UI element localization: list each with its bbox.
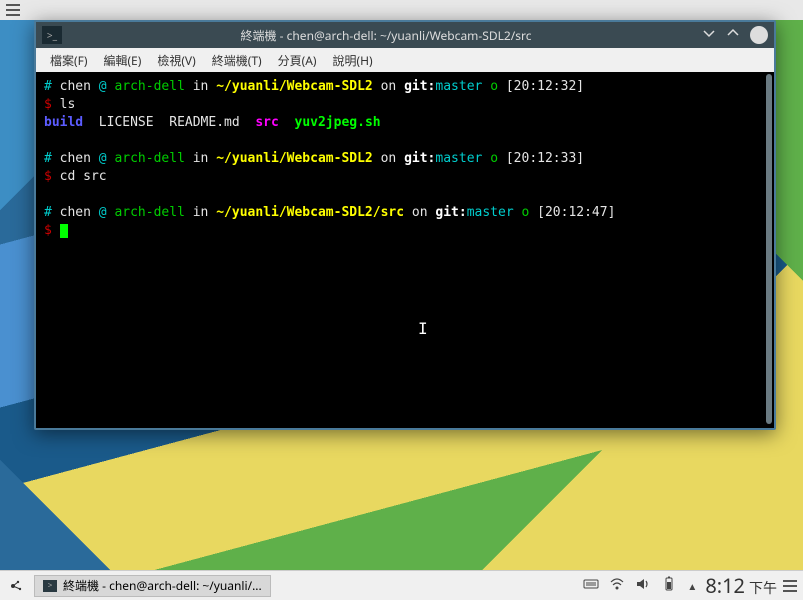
panel-menu-icon[interactable] (6, 4, 20, 16)
prompt-git: git: (404, 151, 435, 166)
ls-file: LICENSE (99, 115, 154, 130)
clock-time: 8:12 (705, 572, 745, 599)
ls-dir: src (255, 115, 278, 130)
wifi-icon[interactable] (609, 576, 625, 596)
prompt-at: @ (99, 79, 107, 94)
ls-dir: build (44, 115, 83, 130)
prompt-at: @ (99, 205, 107, 220)
menu-bar: 檔案(F) 編輯(E) 檢視(V) 終端機(T) 分頁(A) 說明(H) (36, 48, 774, 72)
prompt-dollar: $ (44, 223, 52, 238)
battery-icon[interactable] (661, 576, 677, 596)
prompt-status: o (521, 205, 529, 220)
tray-expand-icon[interactable]: ▲ (687, 579, 697, 593)
prompt-in: in (193, 151, 209, 166)
terminal-app-icon: >_ (42, 26, 62, 44)
prompt-host: arch-dell (114, 205, 184, 220)
clock-ampm: 下午 (749, 578, 777, 598)
terminal-output[interactable]: # chen @ arch-dell in ~/yuanli/Webcam-SD… (36, 72, 774, 428)
clock[interactable]: 8:12 下午 (705, 572, 777, 599)
prompt-in: in (193, 79, 209, 94)
prompt-on: on (412, 205, 428, 220)
ls-file: README.md (169, 115, 239, 130)
prompt-status: o (490, 79, 498, 94)
prompt-branch: master (435, 151, 482, 166)
prompt-on: on (381, 79, 397, 94)
minimize-button[interactable] (702, 26, 716, 45)
menu-terminal[interactable]: 終端機(T) (206, 50, 268, 71)
prompt-user: chen (60, 151, 91, 166)
menu-file[interactable]: 檔案(F) (44, 50, 93, 71)
prompt-user: chen (60, 205, 91, 220)
top-panel (0, 0, 803, 20)
prompt-user: chen (60, 79, 91, 94)
terminal-cursor (60, 224, 68, 238)
menu-edit[interactable]: 編輯(E) (97, 50, 147, 71)
prompt-git: git: (404, 79, 435, 94)
volume-icon[interactable] (635, 576, 651, 596)
command-text: ls (60, 97, 76, 112)
close-button[interactable]: ✕ (750, 26, 768, 44)
prompt-on: on (381, 151, 397, 166)
prompt-host: arch-dell (114, 151, 184, 166)
window-title: 終端機 - chen@arch-dell: ~/yuanli/Webcam-SD… (70, 27, 702, 44)
prompt-path: ~/yuanli/Webcam-SDL2 (216, 151, 373, 166)
keyboard-icon[interactable] (583, 576, 599, 596)
panel-menu-icon[interactable] (783, 580, 797, 592)
taskbar-item-label: 終端機 - chen@arch-dell: ~/yuanli/... (63, 577, 262, 594)
prompt-git: git: (435, 205, 466, 220)
menu-tabs[interactable]: 分頁(A) (272, 50, 323, 71)
window-titlebar[interactable]: >_ 終端機 - chen@arch-dell: ~/yuanli/Webcam… (36, 22, 774, 48)
system-tray: ▲ (583, 576, 697, 596)
menu-view[interactable]: 檢視(V) (151, 50, 201, 71)
prompt-status: o (490, 151, 498, 166)
menu-help[interactable]: 說明(H) (326, 50, 378, 71)
prompt-path: ~/yuanli/Webcam-SDL2 (216, 79, 373, 94)
prompt-time: [20:12:32] (506, 79, 584, 94)
command-text: cd src (60, 169, 107, 184)
prompt-host: arch-dell (114, 79, 184, 94)
terminal-app-icon: > (43, 580, 57, 592)
scrollbar[interactable] (766, 74, 772, 424)
prompt-branch: master (467, 205, 514, 220)
prompt-dollar: $ (44, 169, 52, 184)
prompt-hash: # (44, 205, 52, 220)
terminal-window: >_ 終端機 - chen@arch-dell: ~/yuanli/Webcam… (34, 20, 776, 430)
prompt-dollar: $ (44, 97, 52, 112)
taskbar-item-terminal[interactable]: > 終端機 - chen@arch-dell: ~/yuanli/... (34, 575, 271, 597)
start-button[interactable] (6, 576, 26, 596)
prompt-time: [20:12:33] (506, 151, 584, 166)
prompt-at: @ (99, 151, 107, 166)
ls-executable: yuv2jpeg.sh (295, 115, 381, 130)
prompt-branch: master (435, 79, 482, 94)
prompt-hash: # (44, 79, 52, 94)
prompt-hash: # (44, 151, 52, 166)
maximize-button[interactable] (726, 26, 740, 45)
prompt-time: [20:12:47] (537, 205, 615, 220)
prompt-path: ~/yuanli/Webcam-SDL2/src (216, 205, 404, 220)
text-cursor-icon: I (418, 320, 428, 338)
prompt-in: in (193, 205, 209, 220)
taskbar: > 終端機 - chen@arch-dell: ~/yuanli/... ▲ 8… (0, 570, 803, 600)
